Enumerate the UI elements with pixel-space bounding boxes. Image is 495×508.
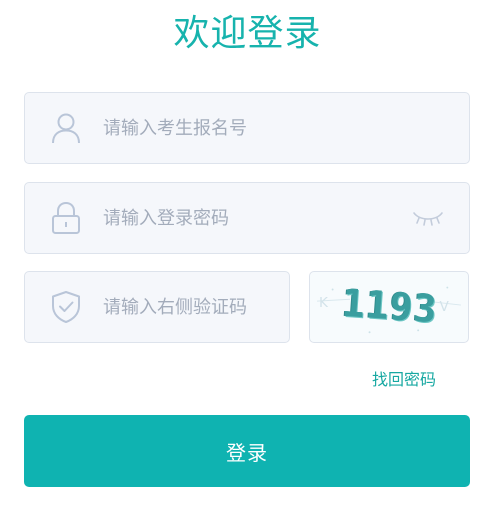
candidate-id-field[interactable] [24, 92, 470, 164]
page-title: 欢迎登录 [173, 13, 322, 54]
svg-text:K: K [319, 295, 329, 311]
login-button[interactable]: 登录 [24, 415, 470, 487]
password-field[interactable] [24, 182, 470, 254]
shield-check-icon [49, 290, 83, 324]
login-page: 欢迎登录 请输入考生报名号 请输入右侧验证码 K V 1193 找回密码 登录 [0, 0, 495, 508]
svg-text:V: V [440, 299, 450, 315]
user-icon [49, 111, 83, 145]
forgot-password-link[interactable]: 找回密码 [372, 368, 436, 392]
lock-icon [49, 201, 83, 235]
captcha-image[interactable]: K V 1193 [309, 271, 469, 343]
eye-closed-icon[interactable] [411, 208, 445, 228]
candidate-id-input[interactable] [103, 93, 417, 163]
captcha-input[interactable] [103, 272, 277, 342]
captcha-code: 1193 [340, 280, 439, 332]
password-input[interactable] [103, 183, 417, 253]
captcha-field[interactable] [24, 271, 290, 343]
